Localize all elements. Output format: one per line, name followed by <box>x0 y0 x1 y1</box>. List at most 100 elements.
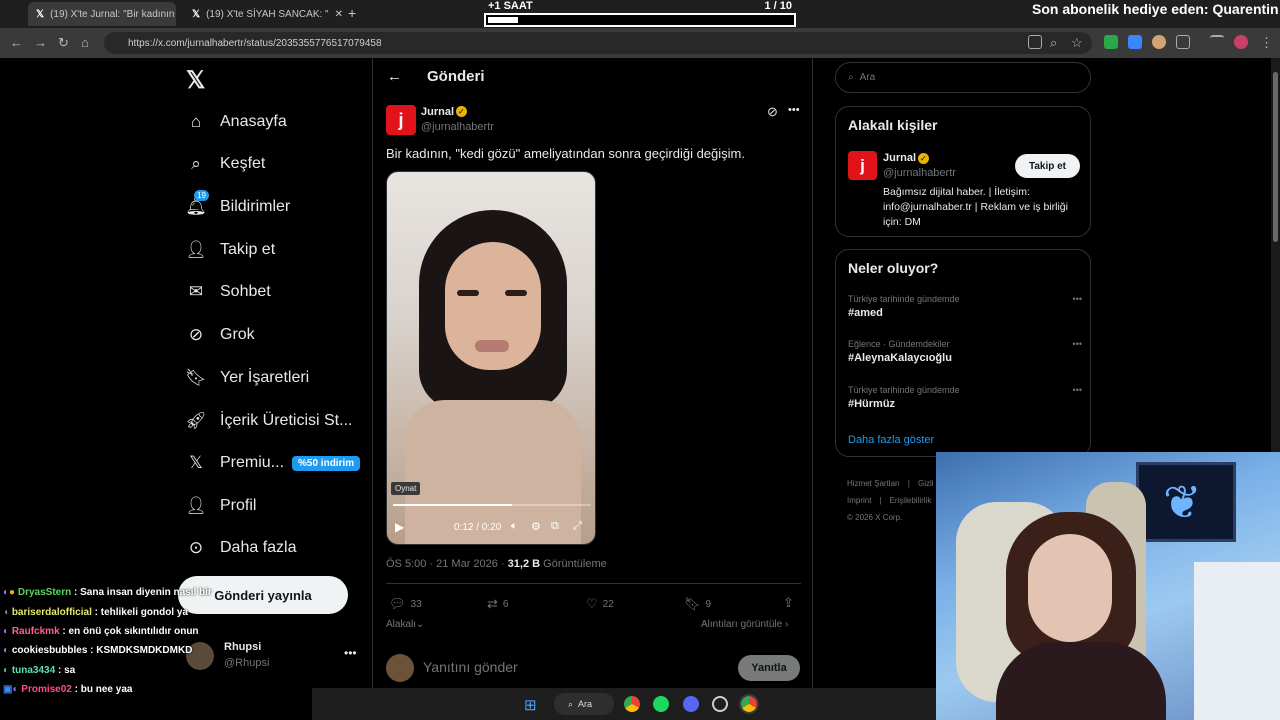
forward-icon[interactable]: → <box>34 35 47 50</box>
x-logo-icon[interactable]: 𝕏 <box>186 66 205 95</box>
chat-username[interactable]: tuna3434 <box>12 665 55 676</box>
trend-item[interactable]: Türkiye tarihinde gündemde #Hürmüz ••• <box>848 385 1082 410</box>
grok-icon: ⊘ <box>188 325 204 344</box>
more-vert-icon[interactable]: ⋮ <box>1260 35 1273 51</box>
new-tab-button[interactable]: + <box>348 5 356 21</box>
more-horizontal-icon[interactable]: ••• <box>1073 339 1082 349</box>
trends-card: Neler oluyor? Türkiye tarihinde gündemde… <box>835 249 1091 457</box>
page-scrollbar[interactable] <box>1271 58 1280 452</box>
taskbar-search[interactable]: ⌕ Ara <box>554 693 614 715</box>
home-browser-icon[interactable]: ⌂ <box>81 35 89 50</box>
nav-item-premium[interactable]: 𝕏 Premiu... %50 indirim <box>186 448 361 478</box>
grok-analyze-icon[interactable]: ⊘ <box>767 104 778 120</box>
nav-item-grok[interactable]: ⊘ Grok <box>186 320 255 350</box>
chrome-icon[interactable] <box>624 696 640 712</box>
chrome-icon[interactable] <box>739 694 759 714</box>
video-player[interactable]: Oynat ▶ 0:12 / 0:20 🔈︎ ⚙ ⧉ ⤢ <box>386 171 596 545</box>
footer-link[interactable]: Hizmet Şartları <box>847 479 900 488</box>
person-face <box>1028 534 1112 642</box>
zoom-icon[interactable]: ⌕ <box>1050 35 1057 51</box>
search-input[interactable]: ⌕ Ara <box>835 62 1091 93</box>
nav-item-follow[interactable]: 👤︎ Takip et <box>185 235 275 265</box>
more-horizontal-icon[interactable]: ••• <box>1073 294 1082 304</box>
star-icon[interactable]: ☆ <box>1071 35 1083 51</box>
discord-icon[interactable] <box>683 696 699 712</box>
author-handle: @jurnalhabertr <box>421 121 494 133</box>
spotify-icon[interactable] <box>653 696 669 712</box>
more-icon: ⊙ <box>188 538 204 557</box>
trend-item[interactable]: Türkiye tarihinde gündemde #amed ••• <box>848 294 1082 319</box>
chat-username[interactable]: Raufckmk <box>12 626 60 637</box>
ext-icon[interactable] <box>1152 35 1166 49</box>
back-arrow-icon[interactable]: ← <box>387 68 402 85</box>
chat-username[interactable]: DryasStern <box>18 587 71 598</box>
nav-item-creator-studio[interactable]: 🚀︎ İçerik Üreticisi St... <box>185 406 352 436</box>
back-icon[interactable]: ← <box>10 35 23 50</box>
play-icon[interactable]: ▶ <box>395 520 404 534</box>
nav-item-home[interactable]: ⌂ Anasayfa <box>186 107 287 137</box>
reload-icon[interactable]: ↻ <box>58 35 69 51</box>
more-horizontal-icon[interactable]: ••• <box>1073 385 1082 395</box>
show-more-link[interactable]: Daha fazla göster <box>848 434 934 446</box>
reply-submit-button[interactable]: Yanıtla <box>738 655 800 681</box>
trend-item[interactable]: Eğlence · Gündemdekiler #AleynaKalaycıoğ… <box>848 339 1082 364</box>
ext-icon[interactable] <box>1128 35 1142 49</box>
more-horizontal-icon: ••• <box>344 646 357 660</box>
reply-button[interactable]: 💬︎ 33 <box>389 596 422 612</box>
settings-icon[interactable]: ⚙ <box>531 520 541 533</box>
url-field[interactable]: https://x.com/jurnalhabertr/status/20353… <box>104 32 1092 54</box>
timer-progress-bar <box>484 13 796 27</box>
follow-button[interactable]: Takip et <box>1015 154 1080 178</box>
volume-icon[interactable]: 🔈︎ <box>511 520 518 533</box>
reply-input[interactable]: Yanıtını gönder <box>423 659 518 675</box>
nav-item-chat[interactable]: ✉ Sohbet <box>186 277 271 307</box>
video-progress-track[interactable] <box>393 504 591 506</box>
shield-ext-icon[interactable] <box>1104 35 1118 49</box>
chat-username[interactable]: Promise02 <box>21 684 72 695</box>
bookmark-button[interactable]: 🔖︎ 9 <box>684 596 711 612</box>
person-icon: 👤︎ <box>185 496 207 515</box>
sub-badge-icon: ◐ <box>3 626 10 637</box>
pip-icon[interactable]: ⧉ <box>551 520 559 533</box>
obs-icon[interactable] <box>712 696 728 712</box>
tab-jurnal[interactable]: 𝕏 (19) X'te Jurnal: "Bir kadının ✕ <box>28 2 176 26</box>
view-quotes-link[interactable]: Alıntıları görüntüle › <box>701 619 788 630</box>
trend-category: Türkiye tarihinde gündemde <box>848 385 960 395</box>
share-icon[interactable]: ⇪ <box>783 595 794 611</box>
video-eye <box>505 290 527 296</box>
author-avatar[interactable]: j <box>386 105 416 135</box>
more-horizontal-icon[interactable]: ••• <box>788 104 800 116</box>
profile-avatar-icon[interactable] <box>1234 35 1248 49</box>
nav-item-bookmarks[interactable]: 🔖︎ Yer İşaretleri <box>185 363 309 393</box>
nav-item-notifications[interactable]: 🔔︎ 19 Bildirimler <box>185 190 290 222</box>
close-icon[interactable]: ✕ <box>335 9 343 20</box>
menu-icon[interactable] <box>1210 35 1224 49</box>
nav-item-more[interactable]: ⊙ Daha fazla <box>186 533 297 563</box>
scrollbar-thumb[interactable] <box>1273 72 1278 242</box>
related-sort[interactable]: Alakalı⌄ <box>386 619 424 630</box>
footer-link[interactable]: Erişilebilirlik <box>890 496 932 505</box>
windows-start-icon[interactable]: ⊞ <box>524 696 537 714</box>
person-name[interactable]: Jurnal <box>883 152 916 164</box>
repost-button[interactable]: ⇄ 6 <box>487 596 508 612</box>
chat-username[interactable]: bariserdalofficial <box>12 607 92 618</box>
chat-message: ◐ Raufckmk : en önü çok sıkıntılıdır onu… <box>3 626 199 637</box>
account-switcher[interactable]: Rhupsi @Rhupsi ••• <box>186 640 366 674</box>
nav-item-profile[interactable]: 👤︎ Profil <box>185 491 256 521</box>
extensions-icon[interactable] <box>1176 35 1190 49</box>
fullscreen-icon[interactable]: ⤢ <box>573 520 582 533</box>
footer-link[interactable]: Imprint <box>847 496 871 505</box>
author-avatar[interactable]: j <box>848 151 877 180</box>
chat-username[interactable]: cookiesbubbles <box>12 645 88 656</box>
timer-progress-fill <box>488 17 519 23</box>
chat-text: : en önü çok sıkıntılıdır onun <box>59 626 199 637</box>
tab-siyah-sancak[interactable]: 𝕏 (19) X'te SİYAH SANCAK: " ✕ <box>184 2 344 26</box>
rocket-icon: 🚀︎ <box>185 411 207 430</box>
cast-icon[interactable] <box>1028 35 1042 49</box>
author-name[interactable]: Jurnal <box>421 106 454 118</box>
footer-link[interactable]: Gizli <box>918 479 934 488</box>
chat-text: : Sana insan diyenin nasıl bir <box>71 587 212 598</box>
person-handle: @jurnalhabertr <box>883 167 956 179</box>
nav-item-explore[interactable]: ⌕ Keşfet <box>186 149 265 179</box>
like-button[interactable]: ♡ 22 <box>586 596 614 612</box>
